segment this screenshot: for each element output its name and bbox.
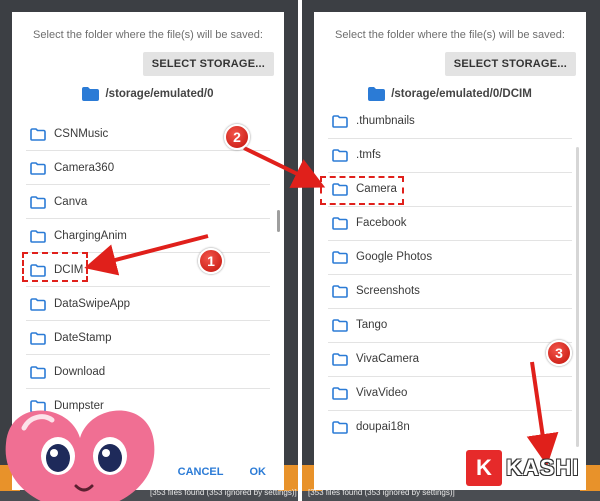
folder-item-download[interactable]: Download (30, 355, 105, 389)
folder-icon (30, 365, 46, 379)
right-phone-screen: [353 files found (353 ignored by setting… (302, 0, 600, 501)
folder-item-facebook[interactable]: Facebook (332, 206, 407, 240)
folder-icon (30, 195, 46, 209)
cancel-button[interactable]: CANCEL (178, 466, 224, 478)
folder-label: VivaCamera (356, 353, 420, 365)
folder-item-vivacamera[interactable]: VivaCamera (332, 342, 419, 376)
folder-icon (332, 386, 348, 400)
folder-label: Screenshots (356, 285, 420, 297)
kashi-logo: K KASHI (466, 450, 579, 486)
dialog-prompt: Select the folder where the file(s) will… (335, 29, 565, 41)
folder-item-dataswipeapp[interactable]: DataSwipeApp (30, 287, 130, 321)
folder-icon (332, 250, 348, 264)
folder-label: .thumbnails (356, 115, 415, 127)
folder-label: Google Photos (356, 251, 433, 263)
folder-item-csnmusic[interactable]: CSNMusic (30, 117, 108, 151)
dialog-actions: CANCEL OK (178, 466, 266, 478)
heart-mascot-icon (5, 410, 155, 501)
folder-item-charginganim[interactable]: ChargingAnim (30, 219, 127, 253)
logo-k: K (466, 450, 502, 486)
folder-icon (368, 87, 386, 101)
folder-icon (332, 318, 348, 332)
folder-item-doupai18n[interactable]: doupai18n (332, 410, 410, 444)
step-badge-3: 3 (546, 340, 572, 366)
folder-label: .tmfs (356, 149, 381, 161)
folder-icon (30, 297, 46, 311)
folder-label: Tango (356, 319, 388, 331)
folder-label: Camera360 (54, 162, 115, 174)
folder-item-canva[interactable]: Canva (30, 185, 87, 219)
folder-label: doupai18n (356, 421, 410, 433)
select-storage-button[interactable]: SELECT STORAGE... (142, 52, 274, 76)
folder-list[interactable]: .thumbnails .tmfs Camera Facebook Google… (314, 107, 586, 452)
folder-icon (332, 216, 348, 230)
folder-label: ChargingAnim (54, 230, 127, 242)
folder-icon (82, 87, 100, 101)
current-path: /storage/emulated/0 (12, 87, 284, 101)
folder-icon (332, 284, 348, 298)
folder-icon (332, 420, 348, 434)
folder-icon (30, 331, 46, 345)
folder-label: Download (54, 366, 106, 378)
list-scrollbar[interactable] (277, 210, 280, 232)
folder-item-datestamp[interactable]: DateStamp (30, 321, 112, 355)
ok-button[interactable]: OK (250, 466, 267, 478)
folder-icon (30, 127, 46, 141)
select-storage-button[interactable]: SELECT STORAGE... (444, 52, 576, 76)
folder-label: DateStamp (54, 332, 112, 344)
folder-icon (332, 352, 348, 366)
folder-item-screenshots[interactable]: Screenshots (332, 274, 420, 308)
folder-item-thumbnails[interactable]: .thumbnails (332, 107, 415, 138)
folder-picker-dialog: Select the folder where the file(s) will… (314, 12, 586, 490)
folder-item-vivavideo[interactable]: VivaVideo (332, 376, 407, 410)
step-badge-1: 1 (198, 248, 224, 274)
current-path-text: /storage/emulated/0 (105, 88, 214, 100)
current-path: /storage/emulated/0/DCIM (314, 87, 586, 101)
folder-label: Canva (54, 196, 88, 208)
folder-item-google-photos[interactable]: Google Photos (332, 240, 432, 274)
dcim-highlight-box (22, 252, 88, 282)
folder-icon (30, 229, 46, 243)
folder-item-tango[interactable]: Tango (332, 308, 387, 342)
list-scrollbar[interactable] (576, 147, 579, 447)
folder-label: VivaVideo (356, 387, 408, 399)
folder-label: Facebook (356, 217, 407, 229)
folder-item-tmfs[interactable]: .tmfs (332, 138, 381, 172)
dialog-prompt: Select the folder where the file(s) will… (33, 29, 263, 41)
camera-highlight-box (320, 176, 404, 205)
current-path-text: /storage/emulated/0/DCIM (391, 88, 532, 100)
folder-label: CSNMusic (54, 128, 109, 140)
folder-label: DataSwipeApp (54, 298, 131, 310)
folder-icon (332, 114, 348, 128)
folder-icon (332, 148, 348, 162)
folder-icon (30, 161, 46, 175)
folder-item-camera360[interactable]: Camera360 (30, 151, 114, 185)
step-badge-2: 2 (224, 124, 250, 150)
logo-text: KASHI (506, 455, 580, 480)
